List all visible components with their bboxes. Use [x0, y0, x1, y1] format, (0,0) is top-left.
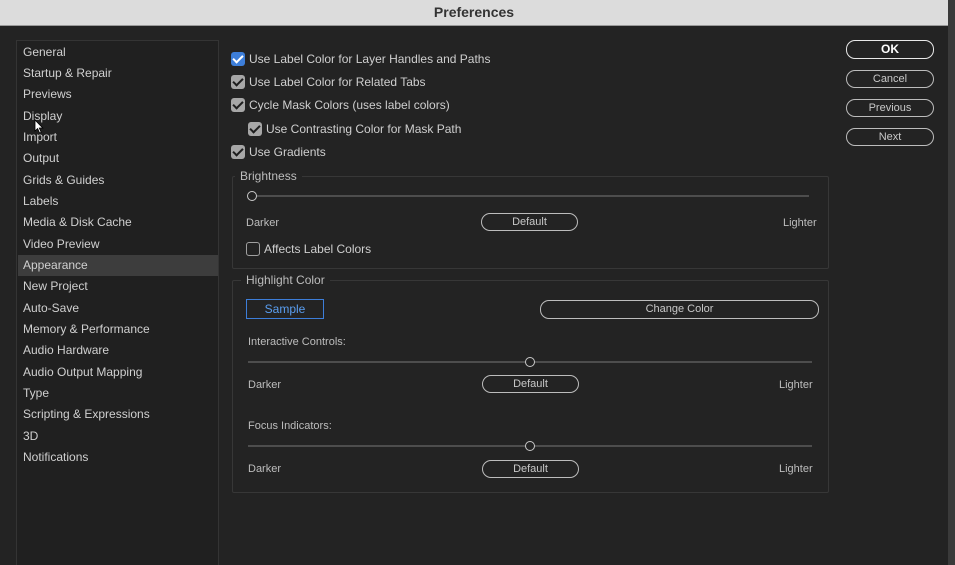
interactive-lighter-label: Lighter [779, 379, 813, 391]
use-gradients-option[interactable]: Use Gradients [231, 144, 326, 160]
label-color-handles-label: Use Label Color for Layer Handles and Pa… [249, 52, 491, 66]
sidebar-item-import[interactable]: Import [18, 127, 218, 148]
sidebar-item-notifications[interactable]: Notifications [18, 447, 218, 468]
highlight-color-title: Highlight Color [241, 273, 330, 287]
sample-swatch-button[interactable]: Sample [246, 299, 324, 319]
label-color-tabs-label: Use Label Color for Related Tabs [249, 75, 426, 89]
label-color-tabs-option[interactable]: Use Label Color for Related Tabs [231, 74, 426, 90]
previous-button[interactable]: Previous [846, 99, 934, 117]
cycle-mask-colors-label: Cycle Mask Colors (uses label colors) [249, 98, 450, 112]
sidebar-item-output[interactable]: Output [18, 148, 218, 169]
contrasting-mask-label: Use Contrasting Color for Mask Path [266, 122, 462, 136]
brightness-default-button[interactable]: Default [481, 213, 578, 231]
sidebar-item-3d[interactable]: 3D [18, 426, 218, 447]
use-gradients-checkbox[interactable] [231, 145, 245, 159]
sidebar-item-display[interactable]: Display [18, 106, 218, 127]
sidebar-item-startup-repair[interactable]: Startup & Repair [18, 63, 218, 84]
label-color-handles-option[interactable]: Use Label Color for Layer Handles and Pa… [231, 51, 490, 67]
sidebar-item-previews[interactable]: Previews [18, 84, 218, 105]
sidebar-item-general[interactable]: General [18, 42, 218, 63]
sidebar-item-media-disk-cache[interactable]: Media & Disk Cache [18, 212, 218, 233]
sidebar-item-scripting-expressions[interactable]: Scripting & Expressions [18, 404, 218, 425]
interactive-controls-slider-thumb[interactable] [525, 357, 535, 367]
cancel-button[interactable]: Cancel [846, 70, 934, 88]
change-color-button[interactable]: Change Color [540, 300, 819, 319]
sidebar-item-audio-hardware[interactable]: Audio Hardware [18, 340, 218, 361]
next-button[interactable]: Next [846, 128, 934, 146]
use-gradients-label: Use Gradients [249, 145, 326, 159]
interactive-darker-label: Darker [248, 379, 282, 391]
focus-lighter-label: Lighter [779, 463, 813, 475]
sidebar-item-new-project[interactable]: New Project [18, 276, 218, 297]
focus-default-button[interactable]: Default [482, 460, 579, 478]
brightness-slider-thumb[interactable] [247, 191, 257, 201]
label-color-handles-checkbox[interactable] [231, 52, 245, 66]
sidebar-item-grids-guides[interactable]: Grids & Guides [18, 170, 218, 191]
sidebar-item-labels[interactable]: Labels [18, 191, 218, 212]
cycle-mask-colors-checkbox[interactable] [231, 98, 245, 112]
sidebar-item-auto-save[interactable]: Auto-Save [18, 298, 218, 319]
window-edge [948, 0, 955, 565]
interactive-default-button[interactable]: Default [482, 375, 579, 393]
sidebar-item-audio-output-mapping[interactable]: Audio Output Mapping [18, 362, 218, 383]
brightness-darker-label: Darker [246, 217, 280, 229]
focus-indicators-label: Focus Indicators: [248, 420, 332, 432]
contrasting-mask-checkbox[interactable] [248, 122, 262, 136]
focus-indicators-slider-thumb[interactable] [525, 441, 535, 451]
affects-label-colors-option[interactable]: Affects Label Colors [246, 241, 371, 257]
focus-darker-label: Darker [248, 463, 282, 475]
brightness-slider-track[interactable] [252, 195, 809, 197]
brightness-title: Brightness [235, 169, 302, 183]
interactive-controls-label: Interactive Controls: [248, 336, 346, 348]
brightness-lighter-label: Lighter [783, 217, 817, 229]
category-sidebar: General Startup & Repair Previews Displa… [16, 40, 219, 565]
sidebar-item-video-preview[interactable]: Video Preview [18, 234, 218, 255]
sidebar-item-memory-performance[interactable]: Memory & Performance [18, 319, 218, 340]
affects-label-colors-label: Affects Label Colors [264, 242, 372, 256]
label-color-tabs-checkbox[interactable] [231, 75, 245, 89]
cycle-mask-colors-option[interactable]: Cycle Mask Colors (uses label colors) [231, 97, 450, 113]
affects-label-colors-checkbox[interactable] [246, 242, 260, 256]
ok-button[interactable]: OK [846, 40, 934, 59]
sidebar-item-type[interactable]: Type [18, 383, 218, 404]
window-title: Preferences [0, 0, 948, 26]
contrasting-mask-option[interactable]: Use Contrasting Color for Mask Path [248, 121, 461, 137]
sidebar-item-appearance[interactable]: Appearance [18, 255, 218, 276]
mouse-pointer-icon [34, 119, 44, 134]
